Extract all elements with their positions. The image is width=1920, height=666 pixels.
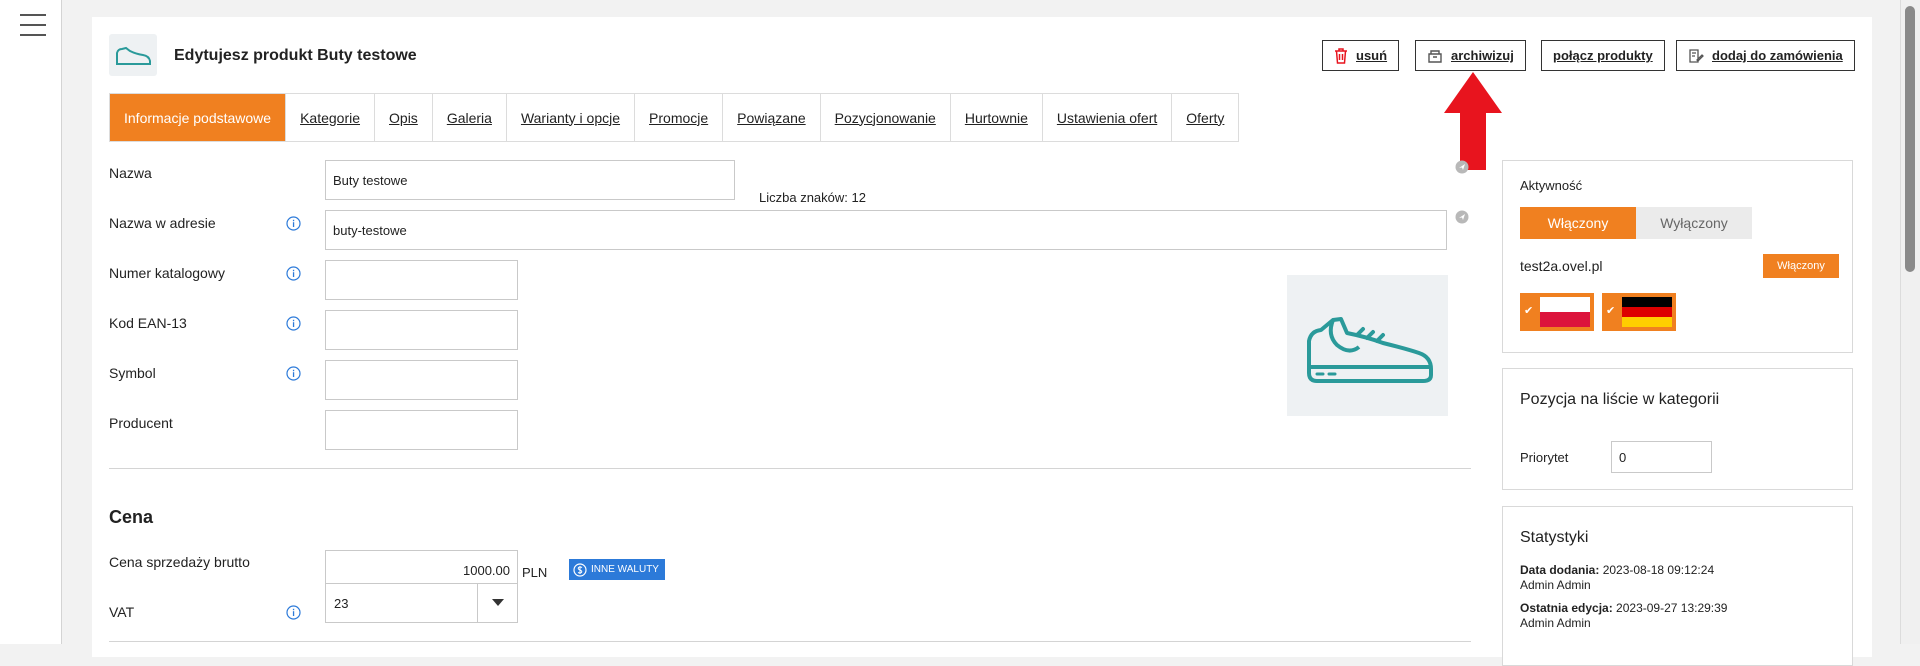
priority-input[interactable]: [1611, 441, 1712, 473]
tab-offer-settings[interactable]: Ustawienia ofert: [1043, 94, 1173, 141]
check-icon: ✔: [1606, 305, 1616, 317]
info-icon[interactable]: [286, 366, 301, 381]
check-icon: ✔: [1524, 305, 1534, 317]
vat-label: VAT: [109, 604, 135, 620]
symbol-label: Symbol: [109, 365, 156, 381]
flag-de-icon: [1622, 297, 1672, 327]
info-icon[interactable]: [286, 216, 301, 231]
flag-pl-icon: [1540, 297, 1590, 327]
chevron-down-icon: [477, 584, 517, 622]
catalog-number-label: Numer katalogowy: [109, 265, 225, 281]
flag-pl-toggle[interactable]: ✔: [1520, 293, 1594, 331]
shop-domain: test2a.ovel.pl: [1520, 258, 1603, 274]
shoe-icon: [1307, 317, 1433, 383]
edit-list-icon: [1689, 48, 1704, 63]
slug-input[interactable]: [325, 210, 1447, 250]
tab-categories[interactable]: Kategorie: [286, 94, 376, 141]
page-scrollbar[interactable]: [1900, 0, 1920, 644]
merge-products-button[interactable]: połącz produkty: [1541, 40, 1665, 71]
delete-button[interactable]: usuń: [1322, 40, 1400, 71]
tab-wholesalers[interactable]: Hurtownie: [951, 94, 1043, 141]
vat-select-value: 23: [334, 595, 349, 611]
menu-icon[interactable]: [20, 14, 46, 38]
arrow-up-icon: [1444, 72, 1502, 170]
shoe-icon: [116, 46, 151, 65]
tab-bar: Informacje podstawowe Kategorie Opis Gal…: [109, 93, 1240, 142]
date-added: Data dodania: 2023-08-18 09:12:24 Admin …: [1520, 563, 1715, 592]
activity-card: Aktywność Włączony Wyłączony test2a.ovel…: [1502, 160, 1853, 353]
gross-price-label: Cena sprzedaży brutto: [109, 554, 250, 570]
left-rail: [0, 0, 62, 644]
ean-input[interactable]: [325, 310, 518, 350]
tab-offers[interactable]: Oferty: [1172, 94, 1238, 141]
producer-label: Producent: [109, 415, 173, 431]
add-to-order-button[interactable]: dodaj do zamówienia: [1676, 40, 1855, 71]
slug-label: Nazwa w adresie: [109, 215, 216, 231]
info-icon[interactable]: [286, 605, 301, 620]
priority-label: Priorytet: [1520, 450, 1569, 465]
ean-label: Kod EAN-13: [109, 315, 187, 331]
language-pin-icon: [1455, 210, 1469, 224]
symbol-input[interactable]: [325, 360, 518, 400]
name-input[interactable]: [325, 160, 735, 200]
info-icon[interactable]: [286, 316, 301, 331]
product-thumbnail: [109, 34, 157, 76]
trash-icon: [1335, 47, 1347, 64]
flag-de-toggle[interactable]: ✔: [1602, 293, 1676, 331]
tab-description[interactable]: Opis: [375, 94, 433, 141]
catalog-number-input[interactable]: [325, 260, 518, 300]
activity-on-button[interactable]: Włączony: [1520, 207, 1636, 239]
tab-related[interactable]: Powiązane: [723, 94, 821, 141]
info-icon[interactable]: [286, 266, 301, 281]
last-edit: Ostatnia edycja: 2023-09-27 13:29:39 Adm…: [1520, 601, 1728, 630]
other-currencies-button[interactable]: INNE WALUTY: [569, 559, 665, 580]
tab-seo[interactable]: Pozycjonowanie: [821, 94, 951, 141]
activity-title: Aktywność: [1520, 178, 1583, 193]
archive-icon: [1428, 49, 1442, 63]
product-image[interactable]: [1287, 275, 1448, 416]
vat-select[interactable]: 23: [325, 583, 518, 623]
statistics-title: Statystyki: [1520, 529, 1589, 546]
scrollbar-thumb[interactable]: [1905, 6, 1915, 272]
language-pin-icon: [1455, 160, 1469, 174]
name-label: Nazwa: [109, 165, 152, 181]
domain-status-button[interactable]: Włączony: [1763, 254, 1839, 278]
tab-variants[interactable]: Warianty i opcje: [507, 94, 636, 141]
statistics-card: Statystyki Data dodania: 2023-08-18 09:1…: [1502, 506, 1853, 666]
coin-icon: [573, 562, 587, 577]
activity-toggle: Włączony Wyłączony: [1520, 207, 1752, 239]
page-title: Edytujesz produkt Buty testowe: [174, 47, 417, 64]
tab-promotions[interactable]: Promocje: [635, 94, 724, 141]
char-count: Liczba znaków: 12: [759, 190, 866, 205]
activity-off-button[interactable]: Wyłączony: [1636, 207, 1752, 239]
position-card: Pozycja na liście w kategorii Priorytet: [1502, 368, 1853, 490]
producer-input[interactable]: [325, 410, 518, 450]
tab-gallery[interactable]: Galeria: [433, 94, 507, 141]
position-title: Pozycja na liście w kategorii: [1520, 391, 1720, 408]
divider: [109, 468, 1471, 469]
archive-button[interactable]: archiwizuj: [1415, 40, 1526, 71]
main-panel: Edytujesz produkt Buty testowe usuń arch…: [92, 17, 1872, 666]
tab-basic-info[interactable]: Informacje podstawowe: [110, 94, 287, 141]
divider: [109, 641, 1471, 642]
currency-label: PLN: [522, 565, 548, 580]
price-section-title: Cena: [109, 507, 154, 527]
